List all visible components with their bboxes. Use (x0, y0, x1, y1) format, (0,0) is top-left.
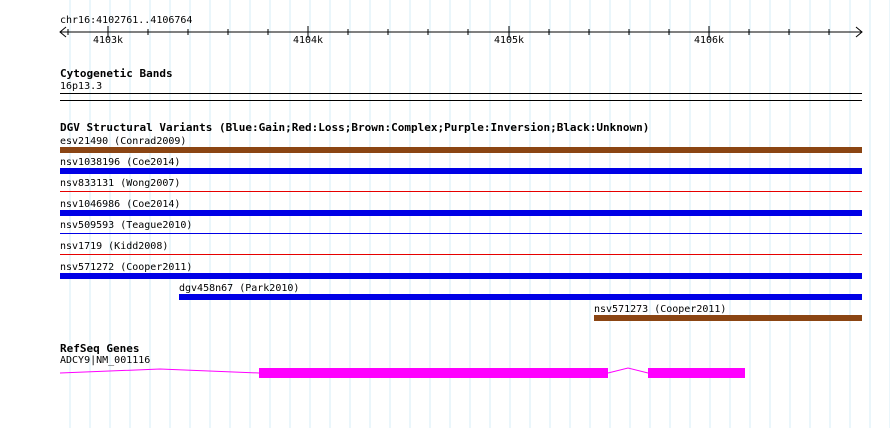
intron-line (607, 367, 649, 374)
ruler-tick-label: 4105k (493, 35, 525, 46)
variant-bar[interactable] (60, 273, 862, 279)
variant-label[interactable]: nsv1719 (Kidd2008) (60, 241, 168, 252)
variant-label[interactable]: nsv833131 (Wong2007) (60, 178, 180, 189)
variant-bar[interactable] (60, 254, 862, 255)
variant-bar[interactable] (60, 210, 862, 216)
cytoband-label: 16p13.3 (60, 81, 103, 92)
variant-bar[interactable] (60, 191, 862, 192)
cytobands-title: Cytogenetic Bands (60, 67, 173, 80)
ruler-axis (59, 26, 863, 38)
refseq-title: RefSeq Genes (60, 342, 140, 355)
variant-label[interactable]: esv21490 (Conrad2009) (60, 136, 186, 147)
cytoband-top-line (60, 93, 862, 94)
cytoband-bottom-line (60, 100, 862, 101)
ruler-tick-label: 4103k (92, 35, 124, 46)
gene-model[interactable] (0, 360, 890, 384)
variant-label[interactable]: nsv1046986 (Coe2014) (60, 199, 180, 210)
variant-label[interactable]: nsv509593 (Teague2010) (60, 220, 192, 231)
variant-bar[interactable] (60, 168, 862, 174)
variant-bar[interactable] (179, 294, 862, 300)
dgv-title: DGV Structural Variants (Blue:Gain;Red:L… (60, 121, 650, 134)
variant-label[interactable]: nsv1038196 (Coe2014) (60, 157, 180, 168)
variant-label[interactable]: dgv458n67 (Park2010) (179, 283, 299, 294)
variant-label[interactable]: nsv571273 (Cooper2011) (594, 304, 726, 315)
variant-label[interactable]: nsv571272 (Cooper2011) (60, 262, 192, 273)
variant-bar[interactable] (60, 233, 862, 234)
exon-block[interactable] (648, 368, 745, 378)
ruler-tick-label: 4104k (292, 35, 324, 46)
variant-bar[interactable] (594, 315, 862, 321)
intron-line (59, 368, 260, 374)
exon-block[interactable] (259, 368, 608, 378)
variant-bar[interactable] (60, 147, 862, 153)
ruler-tick-label: 4106k (693, 35, 725, 46)
